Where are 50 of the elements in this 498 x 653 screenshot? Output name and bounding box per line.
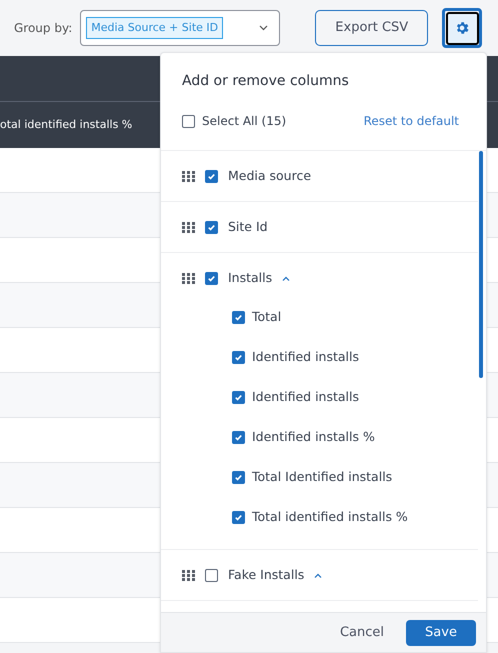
select-all-label: Select All (15): [202, 113, 286, 130]
settings-button[interactable]: [442, 8, 482, 48]
column-option: Total identified installs %: [252, 508, 408, 526]
group-by-label: Group by:: [14, 20, 72, 37]
column-option: Media source: [228, 166, 312, 186]
column-option: Total: [252, 308, 282, 326]
checkmark-icon: [234, 512, 243, 522]
group-by-select[interactable]: Media Source + Site ID: [80, 10, 280, 46]
checkbox[interactable]: [205, 568, 218, 582]
panel-title: Add or remove columns: [182, 72, 350, 91]
checkbox[interactable]: [232, 390, 245, 404]
drag-handle-icon[interactable]: [182, 272, 195, 284]
checkmark-icon: [234, 392, 243, 402]
export-csv-button[interactable]: Export CSV: [315, 10, 428, 46]
settings-icon: [454, 20, 470, 36]
checkmark-icon: [234, 432, 243, 442]
checkmark-icon: [234, 472, 243, 482]
column-option: Installs: [228, 268, 272, 288]
drag-handle-icon[interactable]: [182, 170, 195, 182]
save-button[interactable]: Save: [406, 620, 476, 646]
scrollbar[interactable]: [479, 151, 483, 378]
column-option: Site Id: [228, 218, 268, 236]
checkbox[interactable]: [232, 310, 245, 324]
checkbox[interactable]: [232, 350, 245, 364]
column-header: otal identified installs %: [0, 116, 132, 133]
checkmark-icon: [207, 222, 216, 232]
drag-handle-icon[interactable]: [182, 570, 195, 580]
column-option: Fake Installs: [228, 566, 304, 584]
checkbox[interactable]: [232, 510, 245, 524]
checkbox[interactable]: [205, 272, 218, 284]
chevron-down-icon: [259, 25, 268, 31]
column-option: Total Identified installs: [252, 468, 392, 486]
drag-handle-icon[interactable]: [182, 222, 195, 232]
checkbox[interactable]: [182, 114, 195, 128]
checkbox[interactable]: [232, 470, 245, 484]
checkmark-icon: [234, 352, 243, 362]
cancel-button[interactable]: Cancel: [340, 622, 384, 642]
group-chip: Media Source + Site ID: [86, 16, 224, 40]
reset-link[interactable]: Reset to default: [364, 112, 459, 130]
checkbox[interactable]: [205, 220, 218, 234]
checkmark-icon: [234, 312, 243, 322]
column-option: Identified installs %: [252, 428, 375, 446]
column-option: Identified installs: [252, 348, 360, 366]
checkbox[interactable]: [205, 170, 218, 182]
caret-icon[interactable]: [282, 276, 290, 280]
column-option: Identified installs: [252, 388, 360, 406]
caret-icon[interactable]: [314, 572, 322, 578]
checkbox[interactable]: [232, 430, 245, 444]
checkmark-icon: [207, 274, 216, 282]
checkmark-icon: [207, 172, 216, 180]
